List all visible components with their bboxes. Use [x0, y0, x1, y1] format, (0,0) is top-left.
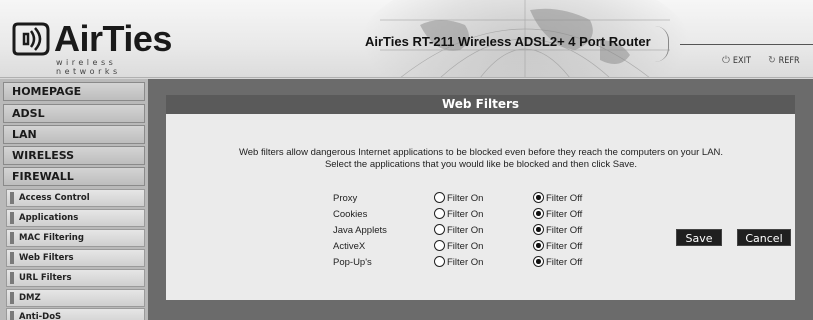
filter-off-radio[interactable]: Filter Off	[533, 240, 582, 252]
radio-icon	[434, 240, 445, 251]
filter-off-radio[interactable]: Filter Off	[533, 256, 582, 268]
header-bar: AirTies wireless networks AirTies RT-211…	[0, 0, 813, 78]
filter-off-label: Filter Off	[546, 257, 583, 268]
filter-name: ActiveX	[333, 241, 366, 252]
radio-checked-icon	[533, 224, 544, 235]
cancel-button[interactable]: Cancel	[737, 229, 791, 246]
filter-off-label: Filter Off	[546, 241, 583, 252]
subitem-anti-dos[interactable]: Anti-DoS	[6, 308, 145, 320]
filter-on-label: Filter On	[447, 257, 484, 268]
filter-name: Java Applets	[333, 225, 387, 236]
power-icon: ⏻	[722, 55, 730, 66]
filter-off-label: Filter Off	[546, 193, 583, 204]
description-line-1: Web filters allow dangerous Internet app…	[238, 147, 724, 158]
logo-tagline: wireless networks	[56, 58, 121, 76]
filter-on-label: Filter On	[447, 225, 484, 236]
filter-off-radio[interactable]: Filter Off	[533, 208, 582, 220]
filter-on-radio[interactable]: Filter On	[434, 208, 483, 220]
refresh-link-label: REFR	[778, 56, 800, 66]
subitem-dmz[interactable]: DMZ	[6, 289, 145, 307]
filter-name: Proxy	[333, 193, 358, 204]
refresh-icon: ↻	[768, 55, 776, 66]
filter-off-label: Filter Off	[546, 209, 583, 220]
panel-description: Web filters allow dangerous Internet app…	[176, 147, 786, 171]
filter-on-radio[interactable]: Filter On	[434, 256, 483, 268]
sidebar-item-wireless[interactable]: WIRELESS	[3, 146, 145, 165]
filter-on-radio[interactable]: Filter On	[434, 240, 483, 252]
filter-on-radio[interactable]: Filter On	[434, 192, 483, 204]
filter-on-label: Filter On	[447, 209, 484, 220]
radio-checked-icon	[533, 240, 544, 251]
radio-checked-icon	[533, 208, 544, 219]
radio-icon	[434, 192, 445, 203]
subitem-web-filters[interactable]: Web Filters	[6, 249, 145, 267]
router-model-title: AirTies RT-211 Wireless ADSL2+ 4 Port Ro…	[365, 34, 651, 49]
description-line-2: Select the applications that you would l…	[324, 159, 638, 170]
web-filters-panel: Web Filters Web filters allow dangerous …	[166, 95, 795, 300]
save-button[interactable]: Save	[676, 229, 722, 246]
sidebar-item-homepage[interactable]: HOMEPAGE	[3, 82, 145, 101]
logo-mark-icon	[12, 22, 50, 56]
filter-name: Pop-Up's	[333, 257, 372, 268]
radio-checked-icon	[533, 256, 544, 267]
refresh-link[interactable]: ↻ REFR	[768, 55, 800, 66]
filter-name: Cookies	[333, 209, 368, 220]
radio-icon	[434, 208, 445, 219]
filter-on-radio[interactable]: Filter On	[434, 224, 483, 236]
radio-checked-icon	[533, 192, 544, 203]
panel-title: Web Filters	[166, 95, 795, 114]
filter-on-label: Filter On	[447, 241, 484, 252]
sidebar-nav: HOMEPAGE ADSL LAN WIRELESS FIREWALL Acce…	[0, 79, 148, 320]
subitem-url-filters[interactable]: URL Filters	[6, 269, 145, 287]
sidebar-item-firewall[interactable]: FIREWALL	[3, 167, 145, 186]
radio-icon	[434, 256, 445, 267]
subitem-mac-filtering[interactable]: MAC Filtering	[6, 229, 145, 247]
logo-wordmark: AirTies	[54, 18, 172, 59]
top-links: ⏻ EXIT ↻ REFR	[722, 55, 800, 66]
airties-logo[interactable]: AirTies wireless networks	[12, 18, 182, 76]
filter-off-label: Filter Off	[546, 225, 583, 236]
subitem-applications[interactable]: Applications	[6, 209, 145, 227]
radio-icon	[434, 224, 445, 235]
main-content: Web Filters Web filters allow dangerous …	[148, 79, 813, 320]
exit-link-label: EXIT	[732, 56, 751, 66]
subitem-access-control[interactable]: Access Control	[6, 189, 145, 207]
filter-off-radio[interactable]: Filter Off	[533, 192, 582, 204]
exit-link[interactable]: ⏻ EXIT	[722, 55, 754, 66]
sidebar-item-lan[interactable]: LAN	[3, 125, 145, 144]
filter-on-label: Filter On	[447, 193, 484, 204]
filter-off-radio[interactable]: Filter Off	[533, 224, 582, 236]
sidebar-item-adsl[interactable]: ADSL	[3, 104, 145, 123]
title-divider	[680, 44, 813, 45]
